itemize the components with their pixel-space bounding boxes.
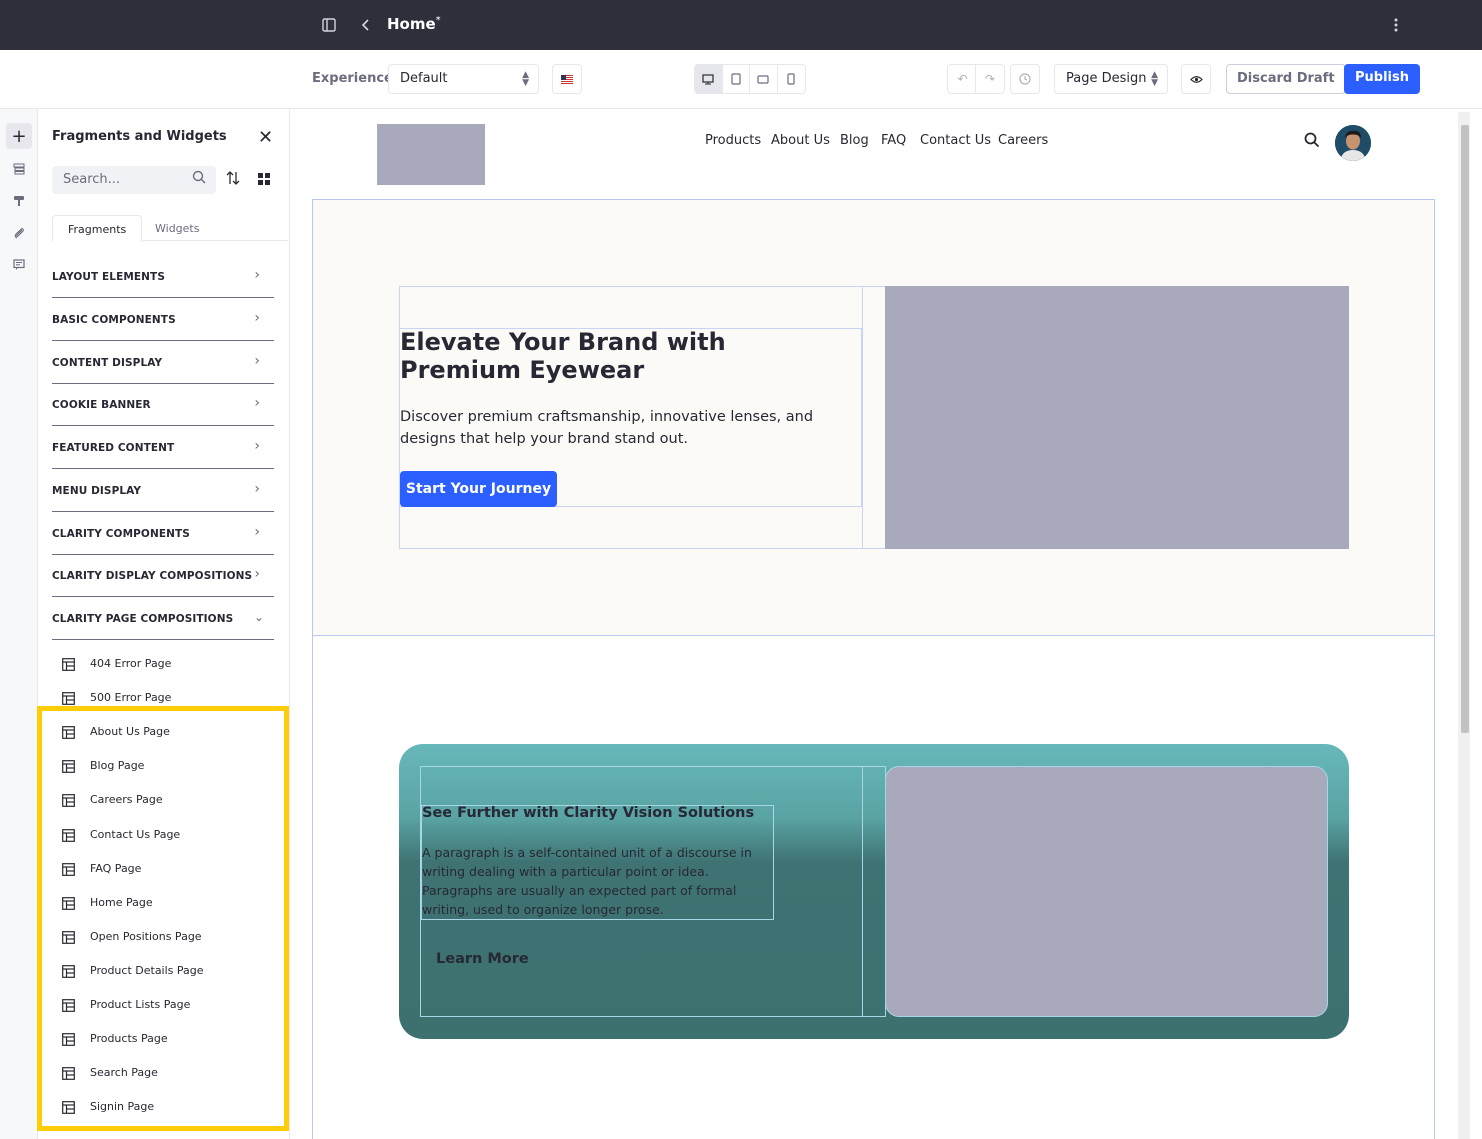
chevron-right-icon: › xyxy=(254,566,260,582)
category-clarity-page-compositions[interactable]: CLARITY PAGE COMPOSITIONS ⌄ xyxy=(52,597,274,640)
category-label: MENU DISPLAY xyxy=(52,485,142,497)
page-composition-item[interactable]: 404 Error Page xyxy=(62,646,262,680)
category-cookie-banner[interactable]: COOKIE BANNER › xyxy=(52,383,274,426)
language-flag-button[interactable] xyxy=(552,64,582,94)
category-clarity-components[interactable]: CLARITY COMPONENTS › xyxy=(52,512,274,555)
feature-title[interactable]: See Further with Clarity Vision Solution… xyxy=(422,805,754,821)
hero-paragraph[interactable]: Discover premium craftsmanship, innovati… xyxy=(400,406,850,450)
nav-link-careers[interactable]: Careers xyxy=(998,133,1048,148)
category-layout-elements[interactable]: LAYOUT ELEMENTS › xyxy=(52,255,274,298)
chevron-right-icon: › xyxy=(254,353,260,369)
desktop-device-icon[interactable] xyxy=(695,65,723,93)
hero-title[interactable]: Elevate Your Brand with Premium Eyewear xyxy=(400,328,850,384)
scrollbar-thumb[interactable] xyxy=(1461,125,1469,733)
nav-link-products[interactable]: Products xyxy=(705,133,761,148)
publish-button[interactable]: Publish xyxy=(1344,64,1420,94)
avatar[interactable] xyxy=(1335,125,1371,161)
experience-select[interactable]: Default ▲ ▼ xyxy=(388,64,539,94)
page-composition-label: 404 Error Page xyxy=(90,657,172,670)
chevron-down-icon: ⌄ xyxy=(253,610,264,624)
paint-brush-icon[interactable] xyxy=(6,188,32,214)
category-content-display[interactable]: CONTENT DISPLAY › xyxy=(52,341,274,384)
add-icon[interactable]: + xyxy=(6,123,32,149)
feature-paragraph[interactable]: A paragraph is a self-contained unit of … xyxy=(422,843,772,919)
redo-icon[interactable]: ↷ xyxy=(975,64,1005,94)
sidebar-toggle-icon[interactable] xyxy=(319,15,339,35)
category-menu-display[interactable]: MENU DISPLAY › xyxy=(52,469,274,512)
nav-link-contact-us[interactable]: Contact Us xyxy=(920,133,991,148)
feature-column-gap xyxy=(862,766,886,1017)
search-icon xyxy=(192,170,206,188)
hero-image-placeholder[interactable] xyxy=(885,286,1349,549)
select-caret-icon: ▲ ▼ xyxy=(522,70,529,88)
nav-link-faq[interactable]: FAQ xyxy=(881,133,906,148)
portrait-phone-device-icon[interactable] xyxy=(778,65,805,93)
site-logo-placeholder[interactable] xyxy=(377,124,485,185)
category-clarity-display-compositions[interactable]: CLARITY DISPLAY COMPOSITIONS › xyxy=(52,554,274,597)
browser-icon[interactable] xyxy=(6,156,32,182)
highlight-box xyxy=(37,706,289,1131)
chevron-right-icon: › xyxy=(254,310,260,326)
tablet-device-icon[interactable] xyxy=(723,65,750,93)
chevron-right-icon: › xyxy=(254,481,260,497)
panel-title: Fragments and Widgets xyxy=(52,129,227,144)
category-label: LAYOUT ELEMENTS xyxy=(52,271,165,283)
category-label: CLARITY PAGE COMPOSITIONS xyxy=(52,613,234,625)
discard-draft-button[interactable]: Discard Draft xyxy=(1226,64,1346,94)
panel-tabs: Fragments Widgets xyxy=(52,215,288,242)
select-caret-icon: ▲ ▼ xyxy=(1151,70,1158,88)
editor-toolbar: Experience Default ▲ ▼ ↶ ↷ Page Design ▲ ▼ xyxy=(0,50,1482,109)
chevron-right-icon: › xyxy=(254,438,260,454)
history-icon[interactable] xyxy=(1010,64,1040,94)
chevron-right-icon: › xyxy=(254,395,260,411)
site-search-icon[interactable] xyxy=(1304,132,1322,150)
experience-value: Default xyxy=(400,71,448,86)
category-label: CONTENT DISPLAY xyxy=(52,357,163,369)
chevron-right-icon: › xyxy=(254,524,260,540)
start-journey-button[interactable]: Start Your Journey xyxy=(400,471,557,507)
preview-eye-icon[interactable] xyxy=(1181,64,1211,94)
left-rail: + xyxy=(0,109,38,1139)
tab-widgets[interactable]: Widgets xyxy=(140,215,214,242)
category-featured-content[interactable]: FEATURED CONTENT › xyxy=(52,426,274,469)
category-label: BASIC COMPONENTS xyxy=(52,314,176,326)
page-design-value: Page Design xyxy=(1066,71,1147,86)
category-label: CLARITY COMPONENTS xyxy=(52,528,190,540)
back-chevron-icon[interactable] xyxy=(356,15,376,35)
undo-icon[interactable]: ↶ xyxy=(947,64,977,94)
us-flag-icon xyxy=(561,74,573,84)
tab-fragments[interactable]: Fragments xyxy=(52,215,143,242)
nav-link-blog[interactable]: Blog xyxy=(840,133,869,148)
page-template-icon xyxy=(62,690,76,705)
search-input[interactable]: Search... xyxy=(52,166,216,194)
close-icon[interactable]: ✕ xyxy=(258,127,273,148)
category-basic-components[interactable]: BASIC COMPONENTS › xyxy=(52,298,274,341)
category-label: COOKIE BANNER xyxy=(52,399,151,411)
top-bar: Home* xyxy=(0,0,1482,50)
category-label: CLARITY DISPLAY COMPOSITIONS xyxy=(52,570,253,582)
page-title: Home* xyxy=(387,15,441,33)
nav-link-about-us[interactable]: About Us xyxy=(771,133,830,148)
device-switcher xyxy=(694,64,806,94)
kebab-menu-icon[interactable] xyxy=(1386,15,1406,35)
grid-view-icon[interactable] xyxy=(257,171,271,185)
chevron-right-icon: › xyxy=(254,267,260,283)
sort-icon[interactable] xyxy=(226,171,240,189)
hero-column-gap xyxy=(862,286,886,549)
experience-label: Experience xyxy=(312,71,393,86)
learn-more-link[interactable]: Learn More xyxy=(436,951,529,967)
paperclip-icon[interactable] xyxy=(6,220,32,246)
page-design-select[interactable]: Page Design ▲ ▼ xyxy=(1054,64,1168,94)
page-composition-label: 500 Error Page xyxy=(90,691,172,705)
feature-image-placeholder[interactable] xyxy=(885,766,1328,1017)
comments-icon[interactable] xyxy=(6,252,32,278)
category-label: FEATURED CONTENT xyxy=(52,442,175,454)
landscape-phone-device-icon[interactable] xyxy=(750,65,778,93)
page-template-icon xyxy=(62,656,76,671)
search-placeholder: Search... xyxy=(63,172,121,187)
